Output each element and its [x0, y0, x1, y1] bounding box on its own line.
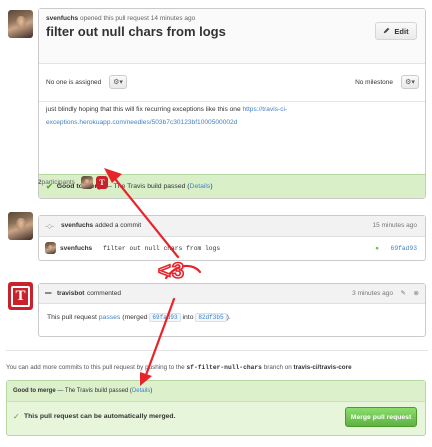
commit-time: 15 minutes ago — [372, 222, 417, 229]
auto-merge-text: This pull request can be automatically m… — [24, 413, 176, 420]
divider — [6, 350, 428, 351]
passes-link[interactable]: passes — [99, 314, 121, 321]
check-circle-icon: ✓ — [13, 412, 20, 421]
commit-author-avatar[interactable] — [8, 212, 33, 240]
speech-bubble-icon: ▬ — [45, 289, 52, 296]
comment-header: ▬ travisbot commented 3 minutes ago ✎ ⊗ — [39, 284, 425, 304]
commit-sha-link[interactable]: 69fad93 — [391, 245, 417, 252]
pull-request-box: svenfuchs opened this pull request 14 mi… — [38, 8, 426, 199]
commit-message[interactable]: filter out null chars from logs — [103, 245, 220, 252]
edit-button-label: Edit — [394, 26, 409, 36]
pull-request-header: svenfuchs opened this pull request 14 mi… — [39, 9, 425, 64]
author-avatar[interactable] — [8, 10, 33, 38]
merge-box: Good to merge — The Travis build passed … — [6, 380, 426, 436]
comment-author-link[interactable]: travisbot — [57, 290, 84, 297]
push-hint: You can add more commits to this pull re… — [6, 364, 352, 371]
heart-annotation: <3 — [157, 257, 186, 284]
merge-pull-request-button[interactable]: Merge pull request — [345, 407, 417, 427]
commit-header: -◇- svenfuchs added a commit 15 minutes … — [39, 216, 425, 237]
commit-row-author[interactable]: svenfuchs — [60, 245, 92, 252]
commit-row-avatar — [45, 242, 56, 254]
commit-author-link[interactable]: svenfuchs — [61, 222, 93, 229]
commit-box: -◇- svenfuchs added a commit 15 minutes … — [38, 215, 426, 261]
merge-status-bar: Good to merge — The Travis build passed … — [7, 381, 425, 402]
merged-sha-link[interactable]: 69fad93 — [149, 313, 181, 322]
travisbot-avatar[interactable]: T — [8, 282, 33, 310]
commit-icon: -◇- — [45, 223, 55, 230]
assignee-gear-button[interactable]: ⚙▾ — [109, 75, 127, 89]
merge-status-strong: Good to merge — [13, 388, 56, 394]
assignee-milestone-row: No one is assigned ⚙▾ No milestone ⚙▾ — [39, 64, 425, 102]
build-success-dot: ● — [375, 245, 379, 252]
pencil-icon — [383, 27, 390, 36]
merge-details-link[interactable]: Details — [132, 388, 150, 394]
pull-request-meta: svenfuchs opened this pull request 14 mi… — [46, 15, 196, 22]
commit-row[interactable]: svenfuchs filter out null chars from log… — [39, 237, 425, 261]
pull-request-title: filter out null chars from logs — [46, 24, 226, 39]
comment-box: ▬ travisbot commented 3 minutes ago ✎ ⊗ … — [38, 283, 426, 337]
comment-time: 3 minutes ago — [352, 290, 393, 297]
author-link[interactable]: svenfuchs — [46, 15, 78, 22]
merge-action-row: ✓ This pull request can be automatically… — [7, 402, 425, 435]
participant-avatar-svenfuchs[interactable] — [80, 176, 93, 189]
gear-icon: ⚙▾ — [405, 79, 415, 86]
assignee-text: No one is assigned — [46, 79, 102, 86]
branch-name: sf-filter-null-chars — [186, 364, 262, 371]
pull-request-description: just blindly hoping that this will fix r… — [46, 106, 288, 126]
comment-body: This pull request passes (merged 69fad93… — [47, 313, 231, 322]
base-sha-link[interactable]: 82df3b5 — [195, 313, 227, 322]
details-link[interactable]: Details — [190, 183, 211, 190]
participant-avatar-travisbot[interactable]: T — [95, 176, 108, 189]
milestone-gear-button[interactable]: ⚙▾ — [401, 75, 419, 89]
repo-name: travis-ci/travis-core — [293, 364, 352, 371]
milestone-text: No milestone — [355, 79, 393, 86]
participants: 2 participants T — [38, 176, 108, 189]
pencil-icon[interactable]: ✎ — [401, 289, 406, 297]
close-icon[interactable]: ⊗ — [414, 289, 419, 297]
gear-icon: ⚙▾ — [113, 79, 123, 86]
edit-button[interactable]: Edit — [375, 22, 417, 40]
